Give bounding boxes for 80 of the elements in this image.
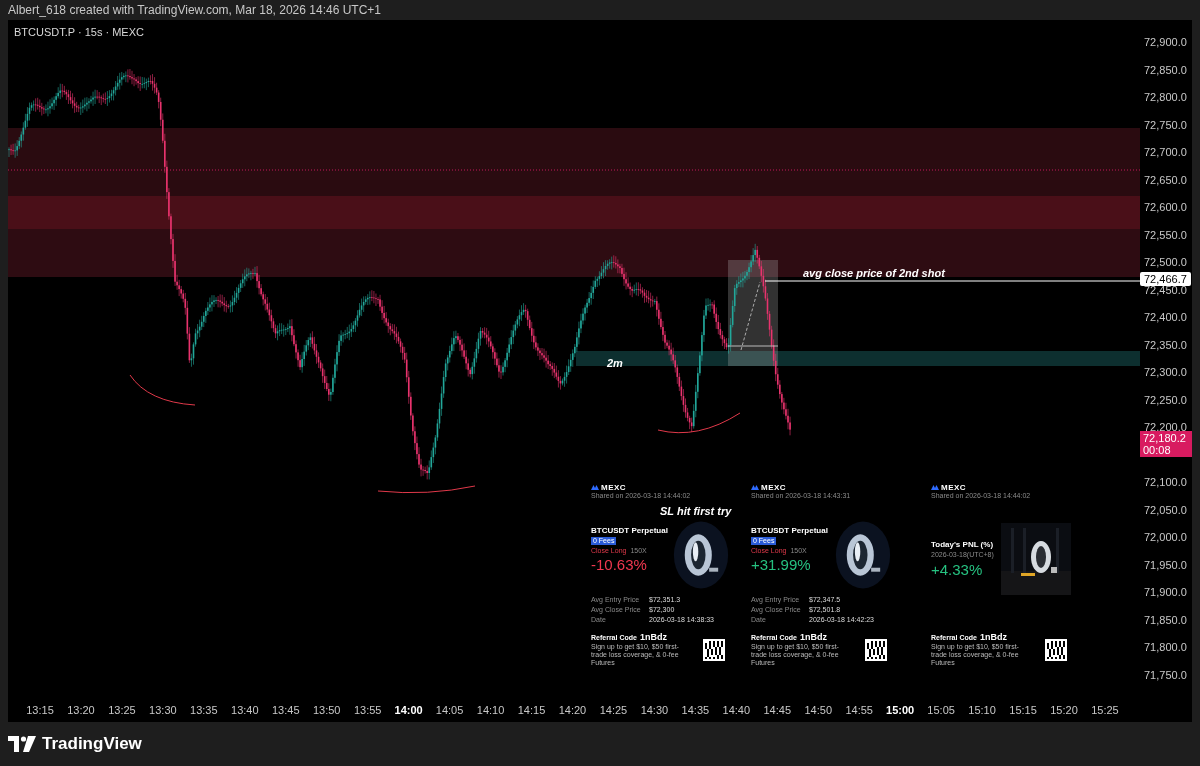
time-tick: 15:20 [1050, 704, 1078, 716]
time-tick: 14:15 [517, 704, 546, 716]
price-tick: 72,800.0 [1144, 91, 1187, 104]
pnl-title: Today's PNL (%) [931, 540, 995, 549]
time-tick: 13:15 [26, 704, 54, 716]
referral-code: 1nBdz [979, 632, 1007, 642]
time-tick: 14:00 [394, 704, 423, 716]
time-tick: 13:40 [231, 704, 259, 716]
price-tick: 72,400.0 [1144, 311, 1187, 324]
time-tick: 15:25 [1091, 704, 1119, 716]
price-tick: 71,800.0 [1144, 641, 1187, 654]
price-tick: 72,650.0 [1144, 173, 1187, 186]
time-tick: 15:05 [927, 704, 955, 716]
price-tick: 72,250.0 [1144, 393, 1187, 406]
dashed-line [740, 281, 761, 351]
price-tick: 72,500.0 [1144, 256, 1187, 269]
time-tick: 14:50 [804, 704, 832, 716]
brand-name: MEXC [601, 483, 627, 492]
qr-code-icon [1045, 639, 1067, 661]
price-tick: 72,750.0 [1144, 118, 1187, 131]
time-tick: 14:25 [599, 704, 628, 716]
price-tick: 71,900.0 [1144, 586, 1187, 599]
pnl-percent: +4.33% [931, 561, 984, 578]
time-tick: 15:15 [1009, 704, 1037, 716]
price-tick: 71,750.0 [1144, 668, 1187, 681]
time-tick: 13:55 [353, 704, 382, 716]
time-tick: 13:30 [149, 704, 177, 716]
time-tick: 13:45 [272, 704, 300, 716]
price-tick: 72,050.0 [1144, 503, 1187, 516]
curve-line [129, 374, 196, 406]
price-tick: 72,850.0 [1144, 63, 1187, 76]
tradingview-logo-icon [8, 736, 36, 752]
time-tick: 14:05 [435, 704, 464, 716]
pair-name: BTCUSDT Perpetual [591, 526, 669, 535]
chart-note: 2m [607, 357, 623, 369]
time-tick: 15:00 [886, 704, 915, 716]
bar-countdown: 00:08 [1143, 444, 1172, 456]
time-tick: 13:20 [67, 704, 95, 716]
brand-name: MEXC [761, 483, 787, 492]
time-tick: 14:40 [722, 704, 751, 716]
qr-code-icon [865, 639, 887, 661]
referral-code: 1nBdz [639, 632, 667, 642]
time-tick: 14:20 [558, 704, 587, 716]
mountain-logo-icon [751, 485, 759, 490]
price-tick: 72,600.0 [1144, 201, 1187, 214]
time-tick: 14:45 [763, 704, 792, 716]
qr-code-icon [703, 639, 725, 661]
chart-caption: Albert_618 created with TradingView.com, Mar 18, 2026 14:46 UTC+1 [8, 3, 381, 17]
chart-note: SL hit first try [660, 505, 732, 517]
pnl-percent: -10.63% [591, 556, 648, 573]
price-tick: 72,200.0 [1144, 421, 1187, 434]
range-line [727, 345, 779, 347]
price-tick: 72,100.0 [1144, 476, 1187, 489]
price-tick: 72,550.0 [1144, 228, 1187, 241]
pair-name: BTCUSDT Perpetual [751, 526, 829, 535]
time-tick: 13:50 [312, 704, 341, 716]
mountain-logo-icon [931, 485, 939, 490]
chart-note: avg close price of 2nd shot [803, 267, 945, 279]
symbol-title: BTCUSDT.P · 15s · MEXC [14, 26, 144, 38]
price-tick: 71,850.0 [1144, 613, 1187, 626]
price-tick: 72,000.0 [1144, 531, 1187, 544]
time-tick: 13:35 [190, 704, 218, 716]
time-tick: 14:55 [845, 704, 873, 716]
price-tick: 71,950.0 [1144, 558, 1187, 571]
time-tick: 15:10 [968, 704, 996, 716]
mountain-logo-icon [591, 485, 599, 490]
brand-name: MEXC [941, 483, 967, 492]
referral-code: 1nBdz [799, 632, 827, 642]
price-tick: 72,700.0 [1144, 146, 1187, 159]
price-tick: 72,900.0 [1144, 36, 1187, 48]
price-tick: 72,350.0 [1144, 338, 1187, 351]
pnl-percent: +31.99% [751, 556, 812, 573]
last-price: 72,180.2 [1143, 432, 1187, 444]
price-marker: 72,466.7 [1140, 272, 1191, 286]
time-tick: 14:10 [476, 704, 505, 716]
time-tick: 14:35 [681, 704, 710, 716]
price-tick: 72,300.0 [1144, 366, 1187, 379]
time-tick: 14:30 [640, 704, 669, 716]
time-tick: 13:25 [108, 704, 136, 716]
brand-name: TradingView [42, 734, 142, 754]
